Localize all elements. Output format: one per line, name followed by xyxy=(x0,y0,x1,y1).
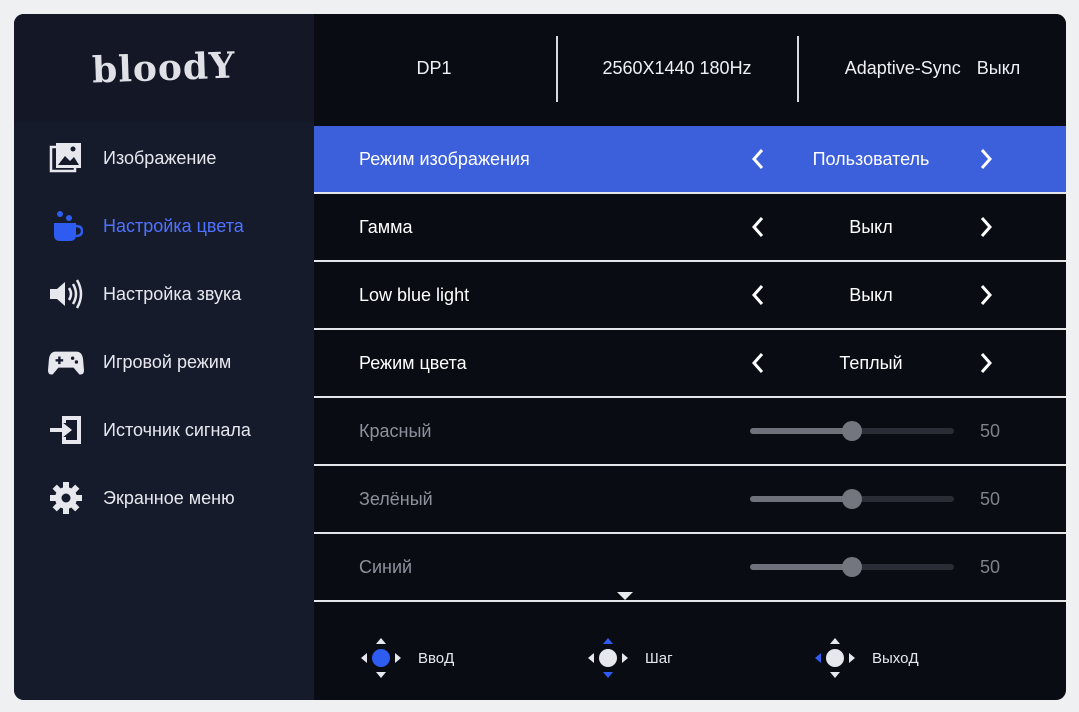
status-header: DP1 2560X1440 180Hz Adaptive-Sync Выкл xyxy=(314,14,1066,122)
setting-label: Режим изображения xyxy=(359,148,530,169)
red-slider[interactable] xyxy=(750,421,954,441)
setting-label: Синий xyxy=(359,556,413,577)
green-slider[interactable] xyxy=(750,489,954,509)
chevron-left-icon[interactable] xyxy=(751,216,765,238)
chevron-right-icon[interactable] xyxy=(979,284,993,306)
slider-knob[interactable] xyxy=(842,489,862,509)
image-icon xyxy=(48,140,84,176)
slider-knob[interactable] xyxy=(842,421,862,441)
setting-blue[interactable]: Синий 50 xyxy=(314,534,1066,602)
sidebar-item-label: Настройка звука xyxy=(103,283,242,304)
sidebar-item-osd-menu[interactable]: Экранное меню xyxy=(14,464,314,532)
blue-slider[interactable] xyxy=(750,557,954,577)
scroll-down-indicator-icon xyxy=(617,592,633,600)
footer-step: Шаг xyxy=(585,634,673,682)
joystick-exit-icon xyxy=(815,638,855,678)
joystick-enter-icon xyxy=(361,638,401,678)
sidebar-item-game-mode[interactable]: Игровой режим xyxy=(14,328,314,396)
input-indicator: DP1 xyxy=(416,57,452,78)
slider-value: 50 xyxy=(980,488,1001,509)
footer-exit-label: ВыхоД xyxy=(872,649,919,667)
setting-green[interactable]: Зелёный 50 xyxy=(314,466,1066,534)
chevron-right-icon[interactable] xyxy=(979,216,993,238)
chevron-right-icon[interactable] xyxy=(979,148,993,170)
sidebar-item-label: Источник сигнала xyxy=(103,419,251,440)
brand-logo: bloodY xyxy=(91,44,237,92)
sidebar: bloodY Изображение Настройка цвета Настр… xyxy=(14,14,314,700)
sidebar-item-label: Экранное меню xyxy=(103,487,235,508)
sidebar-item-label: Изображение xyxy=(103,147,217,168)
sidebar-item-sound-settings[interactable]: Настройка звука xyxy=(14,260,314,328)
color-cup-icon xyxy=(48,208,84,244)
setting-red[interactable]: Красный 50 xyxy=(314,398,1066,466)
sidebar-item-image[interactable]: Изображение xyxy=(14,124,314,192)
chevron-left-icon[interactable] xyxy=(751,352,765,374)
speaker-icon xyxy=(48,276,84,312)
setting-value: Выкл xyxy=(849,216,893,237)
sidebar-item-label: Настройка цвета xyxy=(103,215,244,236)
chevron-left-icon[interactable] xyxy=(751,284,765,306)
setting-label: Режим цвета xyxy=(359,352,467,373)
gear-icon xyxy=(48,480,84,516)
sidebar-item-input-source[interactable]: Источник сигнала xyxy=(14,396,314,464)
joystick-step-icon xyxy=(588,638,628,678)
logo-area: bloodY xyxy=(14,14,314,122)
setting-low-blue-light[interactable]: Low blue light Выкл xyxy=(314,262,1066,330)
setting-picture-mode[interactable]: Режим изображения Пользователь xyxy=(314,126,1066,194)
input-source-icon xyxy=(48,412,84,448)
setting-label: Гамма xyxy=(359,216,413,237)
slider-value: 50 xyxy=(980,420,1001,441)
footer-enter-label: ВвоД xyxy=(418,649,455,667)
setting-value: Выкл xyxy=(849,284,893,305)
chevron-right-icon[interactable] xyxy=(979,352,993,374)
sidebar-item-label: Игровой режим xyxy=(103,351,232,372)
footer-exit: ВыхоД xyxy=(812,634,919,682)
adaptive-sync-indicator: Adaptive-Sync Выкл xyxy=(799,14,1066,122)
footer-enter: ВвоД xyxy=(358,634,454,682)
setting-label: Красный xyxy=(359,420,432,441)
setting-label: Зелёный xyxy=(359,488,433,509)
slider-knob[interactable] xyxy=(842,557,862,577)
adaptive-sync-label: Adaptive-Sync xyxy=(844,57,961,78)
setting-color-mode[interactable]: Режим цвета Теплый xyxy=(314,330,1066,398)
setting-label: Low blue light xyxy=(359,284,470,305)
slider-fill xyxy=(750,428,852,434)
monitor-osd: bloodY Изображение Настройка цвета Настр… xyxy=(14,14,1066,700)
chevron-left-icon[interactable] xyxy=(751,148,765,170)
slider-fill xyxy=(750,496,852,502)
gamepad-icon xyxy=(48,344,84,380)
setting-gamma[interactable]: Гамма Выкл xyxy=(314,194,1066,262)
footer-step-label: Шаг xyxy=(645,649,673,667)
setting-value: Теплый xyxy=(839,352,903,373)
slider-fill xyxy=(750,564,852,570)
setting-value: Пользователь xyxy=(812,148,930,169)
slider-value: 50 xyxy=(980,556,1001,577)
resolution-indicator: 2560X1440 180Hz xyxy=(602,57,752,78)
sidebar-item-color-settings[interactable]: Настройка цвета xyxy=(14,192,314,260)
adaptive-sync-value: Выкл xyxy=(976,57,1021,78)
